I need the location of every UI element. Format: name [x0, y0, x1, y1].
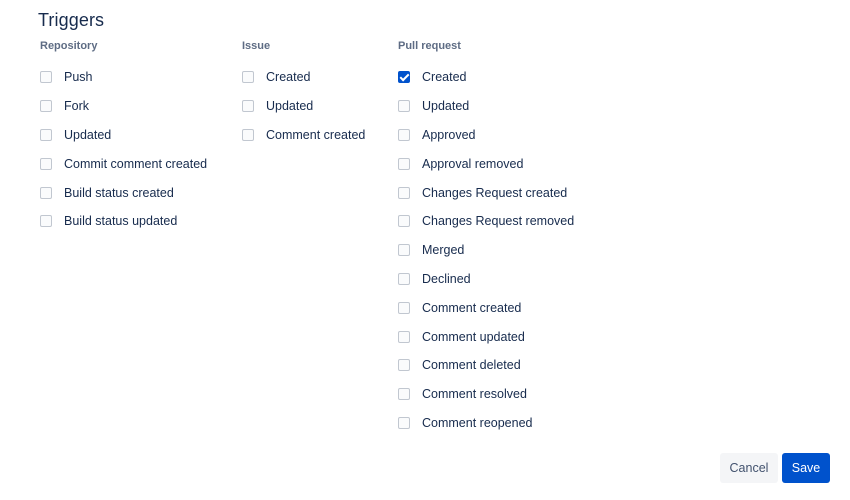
pull-request-label-approved: Approved	[422, 127, 476, 142]
issue-checkbox-updated[interactable]	[242, 100, 254, 113]
pull-request-option-changes-request-removed[interactable]: Changes Request removed	[398, 207, 574, 236]
issue-options: Created Updated Comment created	[242, 63, 365, 149]
pull-request-option-created[interactable]: Created	[398, 63, 574, 92]
repository-checkbox-build-status-updated[interactable]	[40, 215, 52, 228]
repository-header: Repository	[40, 40, 98, 52]
pull-request-label-declined: Declined	[422, 271, 471, 286]
pull-request-option-changes-request-created[interactable]: Changes Request created	[398, 178, 574, 207]
pull-request-label-changes-request-removed: Changes Request removed	[422, 214, 575, 229]
pull-request-checkbox-approved[interactable]	[398, 128, 410, 141]
pull-request-checkbox-changes-request-created[interactable]	[398, 186, 410, 199]
pull-request-label-updated: Updated	[422, 99, 470, 114]
repository-checkbox-build-status-created[interactable]	[40, 186, 52, 199]
cancel-button[interactable]: Cancel	[720, 453, 778, 483]
pull-request-label-created: Created	[422, 70, 467, 85]
issue-checkbox-created[interactable]	[242, 71, 254, 84]
repository-label-fork: Fork	[64, 99, 89, 114]
pull-request-checkbox-comment-created[interactable]	[398, 301, 410, 314]
pull-request-header: Pull request	[398, 40, 461, 52]
pull-request-label-merged: Merged	[422, 243, 465, 258]
pull-request-checkbox-merged[interactable]	[398, 244, 410, 257]
pull-request-checkbox-changes-request-removed[interactable]	[398, 215, 410, 228]
repository-label-build-status-created: Build status created	[64, 185, 174, 200]
pull-request-option-comment-resolved[interactable]: Comment resolved	[398, 380, 574, 409]
save-button[interactable]: Save	[782, 453, 830, 483]
pull-request-label-comment-created: Comment created	[422, 300, 522, 315]
pull-request-option-comment-created[interactable]: Comment created	[398, 293, 574, 322]
pull-request-label-approval-removed: Approval removed	[422, 156, 524, 171]
repository-options: Push Fork Updated Commit comment created Bui…	[40, 63, 207, 236]
pull-request-label-comment-resolved: Comment resolved	[422, 387, 527, 402]
pull-request-checkbox-created[interactable]	[398, 71, 410, 84]
issue-checkbox-comment-created[interactable]	[242, 128, 254, 141]
pull-request-label-comment-deleted: Comment deleted	[422, 358, 521, 373]
pull-request-checkbox-comment-resolved[interactable]	[398, 388, 410, 401]
issue-option-created[interactable]: Created	[242, 63, 365, 92]
issue-option-comment-created[interactable]: Comment created	[242, 121, 365, 150]
pull-request-option-declined[interactable]: Declined	[398, 265, 574, 294]
pull-request-checkbox-approval-removed[interactable]	[398, 157, 410, 170]
pull-request-label-changes-request-created: Changes Request created	[422, 185, 568, 200]
pull-request-checkbox-declined[interactable]	[398, 272, 410, 285]
issue-header: Issue	[242, 40, 271, 52]
pull-request-options: Created Updated Approved Approval removed Ch…	[398, 63, 574, 437]
pull-request-option-merged[interactable]: Merged	[398, 236, 574, 265]
repository-label-push: Push	[64, 70, 93, 85]
repository-label-build-status-updated: Build status updated	[64, 214, 178, 229]
repository-option-fork[interactable]: Fork	[40, 92, 207, 121]
repository-label-updated: Updated	[64, 127, 112, 142]
pull-request-label-comment-updated: Comment updated	[422, 329, 525, 344]
repository-option-updated[interactable]: Updated	[40, 121, 207, 150]
issue-column: Issue Created Updated Comment created	[242, 40, 365, 149]
triggers-panel: Triggers Repository Push Fork Updated Commi…	[0, 0, 850, 500]
pull-request-option-updated[interactable]: Updated	[398, 92, 574, 121]
repository-checkbox-updated[interactable]	[40, 128, 52, 141]
pull-request-label-comment-reopened: Comment reopened	[422, 415, 533, 430]
repository-column: Repository Push Fork Updated Commit comment…	[40, 40, 207, 236]
repository-checkbox-commit-comment-created[interactable]	[40, 157, 52, 170]
issue-label-comment-created: Comment created	[266, 127, 366, 142]
pull-request-checkbox-updated[interactable]	[398, 100, 410, 113]
issue-label-created: Created	[266, 70, 311, 85]
repository-label-commit-comment-created: Commit comment created	[64, 156, 208, 171]
repository-option-commit-comment-created[interactable]: Commit comment created	[40, 149, 207, 178]
repository-checkbox-fork[interactable]	[40, 100, 52, 113]
repository-option-build-status-updated[interactable]: Build status updated	[40, 207, 207, 236]
pull-request-option-approval-removed[interactable]: Approval removed	[398, 149, 574, 178]
pull-request-option-comment-deleted[interactable]: Comment deleted	[398, 351, 574, 380]
pull-request-column: Pull request Created Updated Approved Appro…	[398, 40, 574, 437]
issue-option-updated[interactable]: Updated	[242, 92, 365, 121]
repository-checkbox-push[interactable]	[40, 71, 52, 84]
pull-request-option-comment-reopened[interactable]: Comment reopened	[398, 409, 574, 438]
repository-option-push[interactable]: Push	[40, 63, 207, 92]
repository-option-build-status-created[interactable]: Build status created	[40, 178, 207, 207]
pull-request-checkbox-comment-reopened[interactable]	[398, 416, 410, 429]
page-title: Triggers	[38, 10, 105, 30]
pull-request-option-approved[interactable]: Approved	[398, 121, 574, 150]
pull-request-checkbox-comment-updated[interactable]	[398, 330, 410, 343]
pull-request-checkbox-comment-deleted[interactable]	[398, 359, 410, 372]
pull-request-option-comment-updated[interactable]: Comment updated	[398, 322, 574, 351]
issue-label-updated: Updated	[266, 99, 314, 114]
